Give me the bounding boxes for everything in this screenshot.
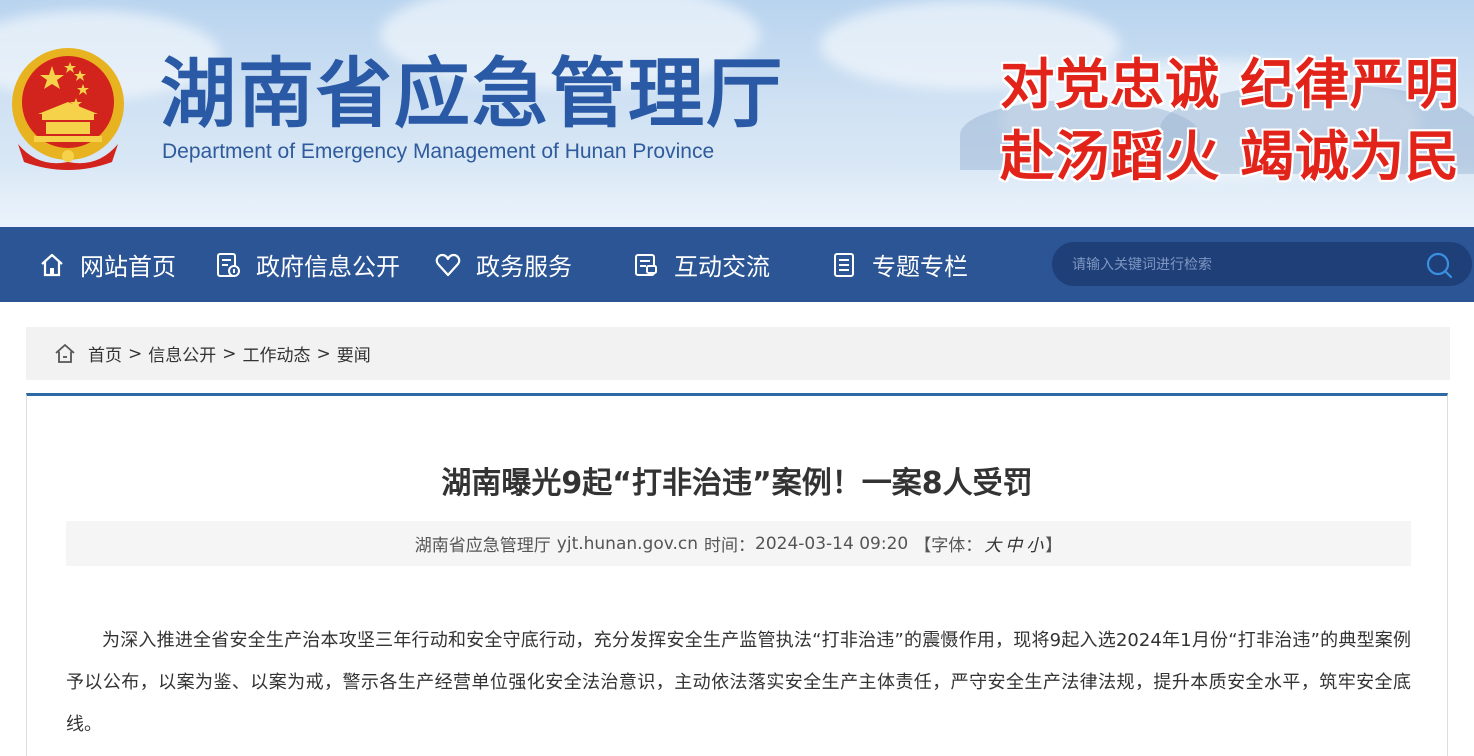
breadcrumb-separator: > (222, 343, 237, 364)
article-container: 湖南曝光9起“打非治违”案例！一案8人受罚 湖南省应急管理厅 yjt.hunan… (26, 393, 1448, 756)
article-title: 湖南曝光9起“打非治违”案例！一案8人受罚 (441, 466, 1033, 501)
home-icon[interactable] (54, 343, 76, 365)
breadcrumb-link-info[interactable]: 信息公开 (148, 341, 216, 366)
breadcrumb: 首页 > 信息公开 > 工作动态 > 要闻 (26, 327, 1450, 380)
breadcrumb-link-home[interactable]: 首页 (88, 341, 122, 366)
document-info-icon (217, 252, 240, 277)
nav-item-interaction[interactable]: 互动交流 (632, 227, 770, 302)
article-site: yjt.hunan.gov.cn (556, 533, 699, 554)
search-icon[interactable] (1425, 251, 1453, 279)
font-size-small-button[interactable]: 小 (1026, 531, 1043, 556)
breadcrumb-separator: > (128, 343, 143, 364)
article-meta: 湖南省应急管理厅 yjt.hunan.gov.cn 时间： 2024-03-14… (66, 521, 1411, 566)
search-box (1052, 242, 1472, 288)
slogan-line-2: 赴汤蹈火 竭诚为民 (1000, 124, 1460, 188)
nav-item-label: 专题专栏 (872, 253, 968, 281)
nav-item-label: 网站首页 (80, 253, 176, 281)
font-size-medium-button[interactable]: 中 (1005, 531, 1022, 556)
font-size-large-button[interactable]: 大 (984, 531, 1001, 556)
site-title: 湖南省应急管理厅 (160, 49, 784, 138)
home-icon (41, 253, 63, 276)
nav-item-label: 政务服务 (476, 253, 572, 281)
article-paragraph: 为深入推进全省安全生产治本攻坚三年行动和安全守底行动，充分发挥安全生产监管执法“… (66, 630, 1411, 735)
nav-item-gov-info[interactable]: 政府信息公开 (214, 227, 400, 302)
article-time: 2024-03-14 09:20 (755, 533, 909, 554)
nav-item-gov-services[interactable]: 政务服务 (434, 227, 572, 302)
heart-icon (435, 253, 461, 276)
slogan-line-1: 对党忠诚 纪律严明 (1000, 52, 1460, 116)
breadcrumb-separator: > (316, 343, 331, 364)
site-subtitle-english: Department of Emergency Management of Hu… (162, 140, 715, 163)
font-size-label: 【字体： (914, 536, 983, 556)
search-input[interactable] (1070, 242, 1414, 288)
breadcrumb-link-headlines[interactable]: 要闻 (337, 341, 371, 366)
article-source: 湖南省应急管理厅 (414, 536, 551, 556)
nav-item-label: 互动交流 (674, 253, 770, 281)
chat-icon (635, 253, 657, 276)
article-time-label: 时间： (704, 536, 756, 556)
nav-item-home[interactable]: 网站首页 (38, 227, 176, 302)
breadcrumb-link-work-news[interactable]: 工作动态 (243, 341, 311, 366)
font-size-label-close: 】 (1045, 536, 1063, 556)
site-banner: 湖南省应急管理厅 Department of Emergency Managem… (0, 0, 1474, 227)
nav-item-label: 政府信息公开 (256, 253, 400, 281)
national-emblem-icon (12, 48, 124, 170)
nav-item-special-topics[interactable]: 专题专栏 (830, 227, 968, 302)
list-icon (834, 252, 854, 277)
